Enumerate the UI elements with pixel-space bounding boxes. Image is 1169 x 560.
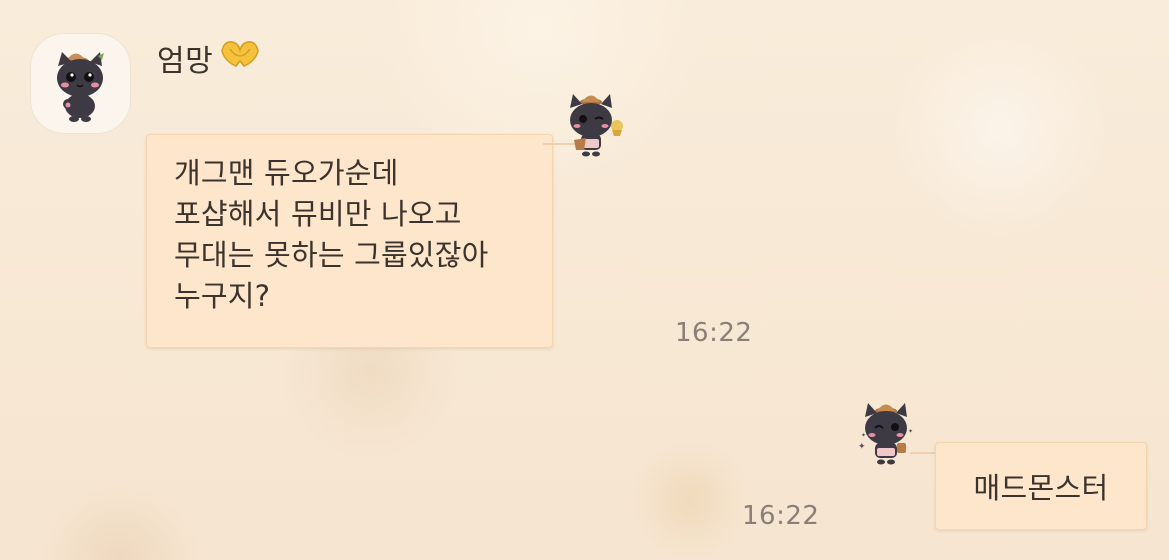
svg-text:✦: ✦ (858, 442, 866, 452)
message-line: 포샵해서 뮤비만 나오고 (174, 197, 462, 231)
message-text: 매드몬스터 (973, 471, 1109, 505)
incoming-message-bubble[interactable]: 개그맨 듀오가순데 포샵해서 뮤비만 나오고 무대는 못하는 그룹있잖아 누구지… (146, 134, 553, 348)
message-line: 무대는 못하는 그룹있잖아 (174, 238, 489, 272)
message-timestamp: 16:22 (742, 501, 820, 531)
message-line: 누구지? (174, 279, 271, 313)
sender-name: 엄망 (157, 44, 214, 79)
outgoing-message-bubble[interactable]: 매드몬스터 (935, 442, 1147, 530)
black-cat-tea-sticker-icon (543, 94, 623, 157)
heart-hands-emoji-icon (221, 41, 259, 67)
message-line: 개그맨 듀오가순데 (174, 156, 399, 190)
sender-avatar[interactable] (30, 33, 131, 134)
message-timestamp: 16:22 (675, 318, 753, 348)
svg-text:✦: ✦ (861, 432, 866, 439)
black-cat-character-avatar-icon (56, 51, 104, 122)
svg-text:✦: ✦ (908, 428, 913, 435)
